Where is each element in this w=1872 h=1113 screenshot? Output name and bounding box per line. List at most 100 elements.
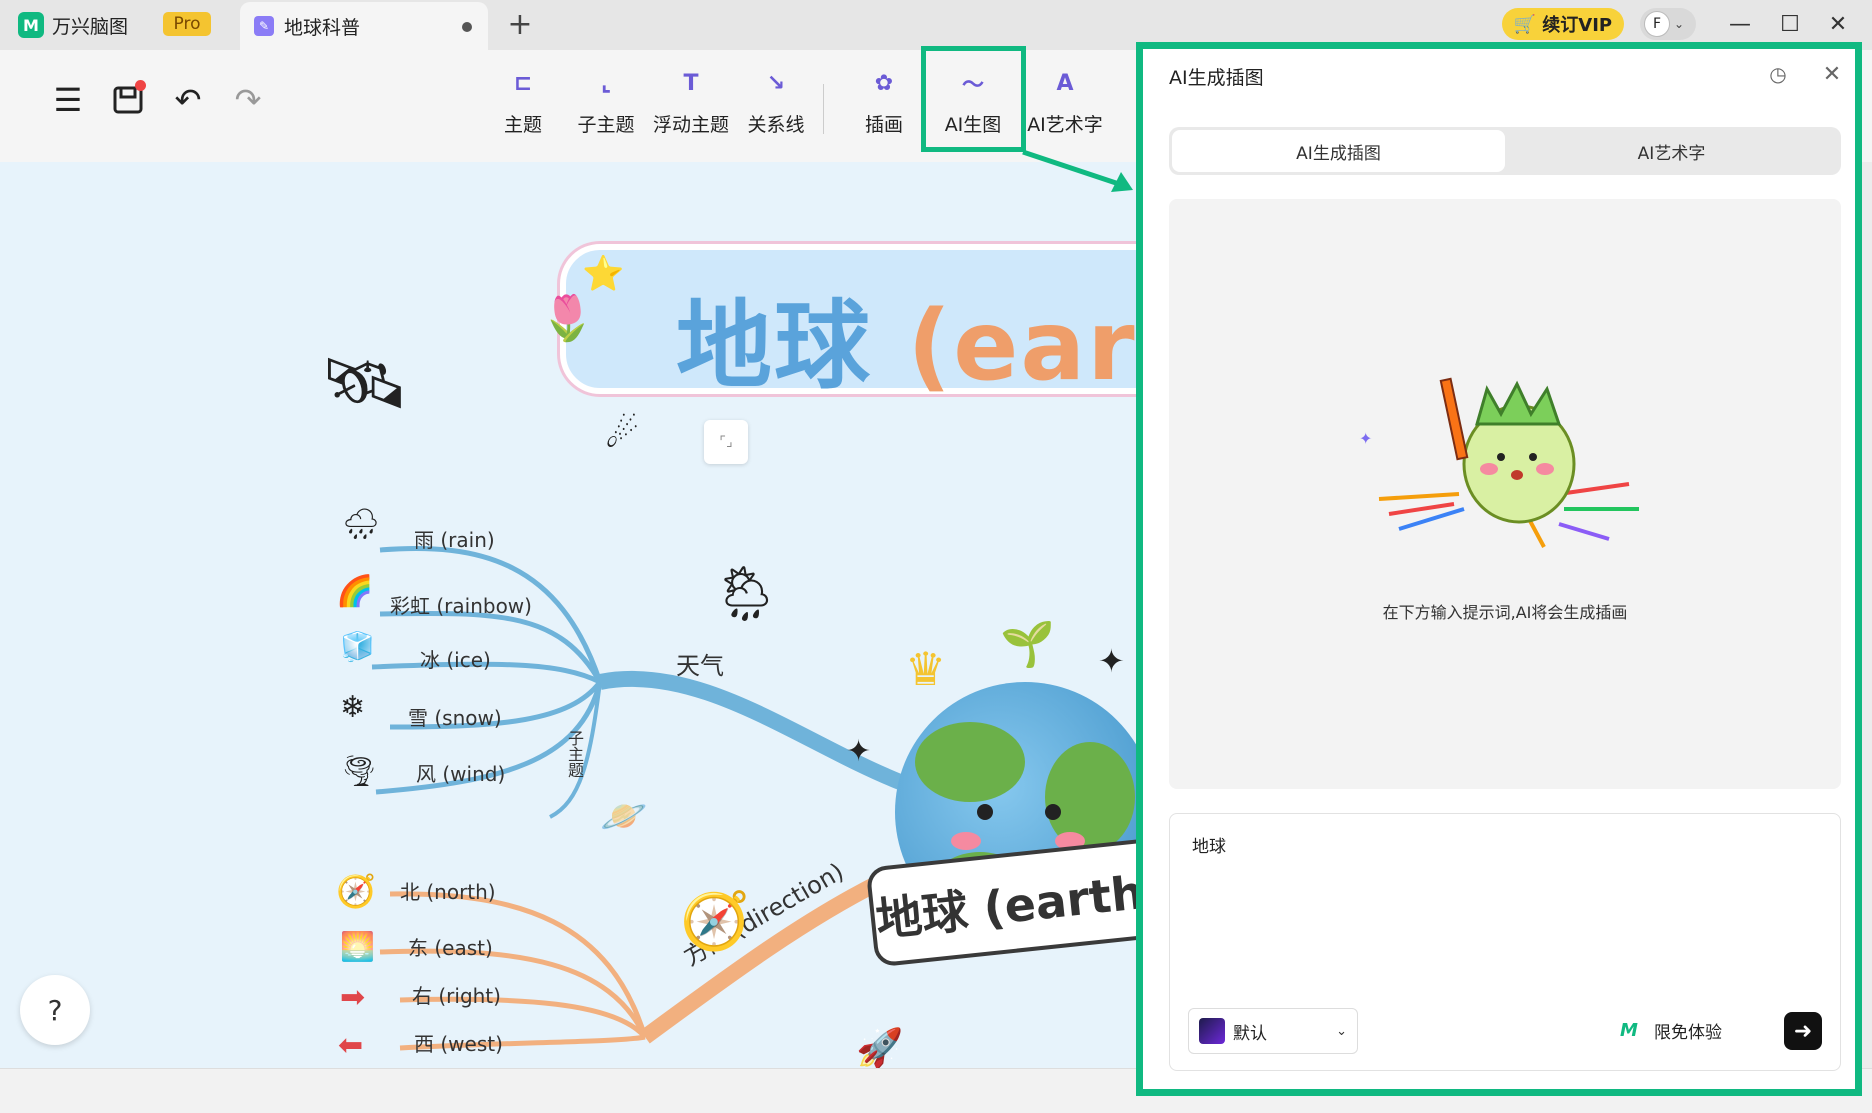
document-tab[interactable]: ✎ 地球科普 — [240, 2, 488, 50]
floating-topic-icon: T — [683, 70, 699, 96]
sparkle-icon: ✦ — [1098, 642, 1125, 680]
history-icon[interactable]: ◷ — [1763, 59, 1793, 89]
right-arrow-icon: ➡ — [340, 980, 366, 1015]
svg-text:✦: ✦ — [1359, 429, 1372, 448]
help-button[interactable]: ? — [20, 975, 90, 1045]
earth-eye — [1045, 804, 1061, 820]
left-arrow-icon: ⬅ — [338, 1028, 364, 1063]
branch-wind[interactable]: 风 (wind) — [416, 758, 505, 787]
subtopic-icon: ⌞ — [600, 70, 612, 96]
central-title-cn: 地球 — [676, 290, 872, 402]
branch-west[interactable]: 西 (west) — [414, 1028, 503, 1057]
vip-button-label: 续订VIP — [1542, 15, 1613, 36]
panel-tabs: AI生成插图 AI艺术字 — [1169, 127, 1841, 175]
prompt-area[interactable]: 默认 ⌄ M 限免体验 ➜ — [1169, 813, 1841, 1071]
tool-label: 浮动主题 — [652, 114, 729, 136]
branch-snow[interactable]: 雪 (snow) — [408, 702, 502, 731]
snowflake-icon: ❄ — [340, 690, 366, 725]
ice-cube-icon: 🧊 — [340, 630, 375, 663]
style-thumbnail — [1199, 1018, 1225, 1044]
redo-icon[interactable]: ↷ — [226, 78, 270, 122]
earth-land — [915, 722, 1025, 802]
tool-relation-line[interactable]: ↘ 关系线 — [733, 66, 819, 146]
arrow-right-icon: ➜ — [1793, 1018, 1813, 1044]
unsaved-indicator[interactable] — [462, 22, 472, 32]
renew-vip-button[interactable]: 🛒 续订VIP — [1502, 8, 1624, 40]
save-notification-dot — [135, 80, 146, 91]
app-logo-icon: M — [18, 12, 44, 38]
tool-label: AI艺术字 — [1027, 114, 1103, 136]
central-title-latin: (eart — [907, 290, 1150, 402]
satellite-icon: 🛰 — [320, 342, 409, 424]
preview-hint: 在下方输入提示词,AI将会生成插画 — [1382, 603, 1628, 622]
style-select[interactable]: 默认 ⌄ — [1188, 1008, 1358, 1054]
undo-icon[interactable]: ↶ — [166, 78, 210, 122]
central-title-banner[interactable]: 地球 (eart — [560, 244, 1150, 402]
crown-icon: ♛ — [905, 642, 947, 696]
new-tab-button[interactable]: + — [502, 6, 538, 42]
earth-cheek — [951, 832, 981, 850]
branch-right[interactable]: 右 (right) — [412, 980, 501, 1009]
brand-logo-icon: M — [1620, 1019, 1638, 1041]
tab-ai-illustration[interactable]: AI生成插图 — [1172, 130, 1505, 172]
earth-eye — [977, 804, 993, 820]
compass-icon: 🧭 — [680, 889, 750, 954]
mindmap-canvas[interactable]: 地球 (eart 🌷 ⭐ 🛰 ☄ ⌜⌟ 🌧 雨 (rain) 🌈 彩虹 (rai… — [0, 162, 1150, 1068]
user-avatar-menu[interactable]: F ⌄ — [1640, 8, 1696, 40]
chevron-down-icon: ⌄ — [1336, 1023, 1347, 1039]
menu-icon[interactable]: ☰ — [46, 78, 90, 122]
toolbar-divider — [823, 84, 824, 134]
sparkle-small-icon: ✦ — [846, 734, 872, 769]
tab-ai-art-text[interactable]: AI艺术字 — [1505, 130, 1838, 172]
branch-ice[interactable]: 冰 (ice) — [420, 644, 491, 673]
compass-small-icon: 🧭 — [336, 872, 376, 910]
tool-illustration[interactable]: ✿ 插画 — [841, 66, 927, 146]
tool-topic[interactable]: ⊏ 主题 — [480, 66, 566, 146]
sprout-icon: 🌱 — [1000, 619, 1055, 670]
ai-art-text-icon: A — [1056, 70, 1074, 96]
tornado-icon: 🌪 — [340, 754, 379, 789]
central-title: 地球 (eart — [676, 268, 1150, 407]
cart-icon: 🛒 — [1513, 13, 1537, 35]
close-icon[interactable]: ✕ — [1817, 59, 1847, 89]
free-trial-text: 限免体验 — [1654, 1023, 1722, 1043]
app-tab[interactable]: M 万兴脑图 — [18, 10, 128, 40]
illustration-icon: ✿ — [874, 70, 894, 96]
planet-icon: 🪐 — [600, 794, 648, 838]
tool-ai-art-text[interactable]: A AI艺术字 — [1022, 66, 1108, 146]
branch-rain[interactable]: 雨 (rain) — [414, 524, 495, 553]
tool-label: 子主题 — [577, 114, 635, 136]
topic-weather[interactable]: 天气 — [676, 646, 724, 681]
maximize-button[interactable]: ☐ — [1772, 8, 1808, 40]
comet-icon: ☄ — [605, 412, 640, 456]
close-window-button[interactable]: ✕ — [1820, 8, 1856, 40]
tool-subtopic[interactable]: ⌞ 子主题 — [563, 66, 649, 146]
minimize-button[interactable]: — — [1722, 8, 1758, 40]
avatar: F — [1644, 11, 1670, 37]
send-button[interactable]: ➜ — [1784, 1012, 1822, 1050]
chevron-down-icon: ⌄ — [1674, 17, 1685, 31]
mascot-illustration: ✦ — [1359, 377, 1639, 548]
weather-cloud-sun-icon: 🌦 — [712, 562, 781, 625]
tool-label: 主题 — [503, 114, 542, 136]
rain-cloud-icon: 🌧 — [342, 507, 381, 542]
tool-label: 插画 — [864, 114, 903, 136]
expand-button[interactable]: ⌜⌟ — [704, 420, 748, 464]
app-name: 万兴脑图 — [52, 15, 129, 38]
free-trial-label: M 限免体验 — [1620, 1018, 1722, 1044]
tool-floating-topic[interactable]: T 浮动主题 — [648, 66, 734, 146]
prompt-input[interactable] — [1192, 834, 1812, 854]
branch-rainbow[interactable]: 彩虹 (rainbow) — [390, 590, 532, 619]
save-icon[interactable] — [106, 78, 150, 122]
subtopic-vertical[interactable]: 子主题 — [562, 730, 586, 778]
document-icon: ✎ — [254, 16, 274, 36]
ai-image-highlight — [921, 46, 1026, 152]
rainbow-icon: 🌈 — [336, 574, 374, 609]
branch-east[interactable]: 东 (east) — [408, 932, 493, 961]
sunrise-icon: 🌅 — [340, 930, 375, 963]
panel-title: AI生成插图 — [1169, 67, 1264, 89]
branch-north[interactable]: 北 (north) — [400, 876, 496, 905]
pro-badge[interactable]: Pro — [163, 12, 211, 36]
preview-area: ✦ 在下方输入提示词,AI将会生成插画 — [1169, 199, 1841, 789]
rocket-icon: 🚀 — [856, 1026, 904, 1068]
